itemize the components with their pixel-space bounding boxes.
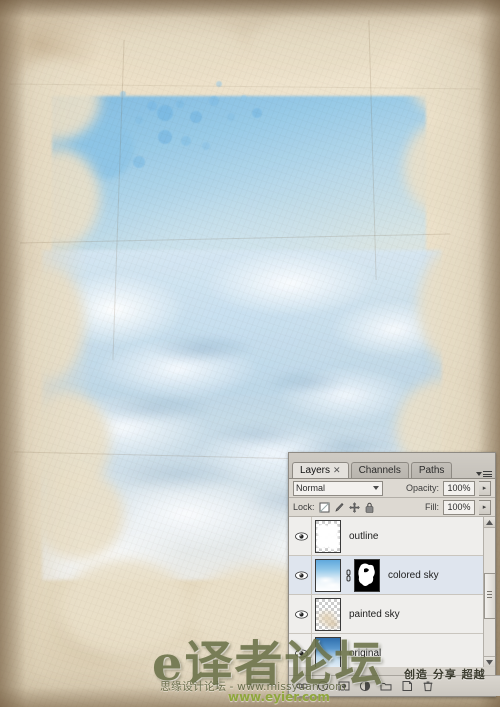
layer-list-scrollbar[interactable] (483, 517, 495, 667)
eye-icon (294, 571, 308, 579)
scroll-up-button[interactable] (484, 517, 495, 528)
opacity-label: Opacity: (405, 483, 439, 493)
visibility-toggle[interactable] (291, 556, 312, 594)
panel-menu-button[interactable] (476, 471, 492, 477)
layer-thumbnail[interactable] (315, 558, 341, 592)
forum-watermark-url: www.eyier.com (228, 690, 330, 704)
lock-image-pixels-brush-icon[interactable] (334, 502, 345, 513)
screenshot-canvas: — ✕ Layers ✕ Channels Paths Normal (0, 0, 500, 707)
visibility-toggle[interactable] (291, 517, 312, 555)
fill-input[interactable]: 100% (443, 499, 475, 515)
layer-row-outline[interactable]: outline (289, 517, 495, 556)
chevron-up-icon (486, 519, 493, 525)
tab-layers-label: Layers (300, 465, 331, 476)
opacity-input[interactable]: 100% (443, 480, 475, 496)
scrollbar-thumb[interactable] (484, 573, 495, 619)
scrollbar-grip-icon (487, 591, 492, 598)
lock-all-padlock-icon[interactable] (364, 502, 375, 513)
fill-label: Fill: (425, 502, 439, 512)
lock-button-group (319, 501, 375, 513)
eye-icon (294, 532, 308, 540)
layer-row-colored-sky[interactable]: colored sky (289, 556, 495, 595)
layer-name-painted-sky: painted sky (349, 608, 400, 620)
layer-thumbnail[interactable] (315, 597, 341, 631)
layer-name-colored-sky: colored sky (388, 569, 439, 581)
layer-thumbnail[interactable] (315, 519, 341, 553)
layer-row-painted-sky[interactable]: painted sky (289, 595, 495, 634)
hamburger-menu-icon (483, 471, 492, 477)
chevron-down-icon (486, 659, 493, 665)
lock-fill-row: Lock: Fill: 100% ▸ (289, 498, 495, 517)
fill-stepper[interactable]: ▸ (479, 499, 491, 515)
lock-transparent-pixels-icon[interactable] (319, 502, 330, 513)
visibility-toggle[interactable] (291, 595, 312, 633)
forum-watermark-slogan: 创造 分享 超越 (404, 668, 486, 681)
layer-name-outline: outline (349, 530, 379, 542)
tab-channels[interactable]: Channels (350, 462, 409, 478)
eye-icon (294, 610, 308, 618)
lock-label: Lock: (293, 502, 315, 512)
mask-link-icon[interactable] (345, 568, 352, 582)
chevron-down-icon (476, 472, 482, 476)
lock-position-move-icon[interactable] (348, 501, 360, 513)
blend-mode-value: Normal (296, 483, 326, 493)
layer-mask-thumbnail[interactable] (354, 558, 380, 592)
chevron-down-icon (373, 485, 379, 490)
tab-paths[interactable]: Paths (410, 462, 453, 478)
blend-mode-select[interactable]: Normal (293, 480, 383, 496)
opacity-stepper[interactable]: ▸ (479, 480, 491, 496)
tab-paths-label: Paths (418, 465, 445, 476)
panel-tab-bar: Layers ✕ Channels Paths (289, 453, 495, 479)
blend-opacity-row: Normal Opacity: 100% ▸ (289, 479, 495, 498)
tab-close-icon[interactable]: ✕ (333, 465, 341, 476)
tab-layers[interactable]: Layers ✕ (292, 462, 349, 478)
tab-channels-label: Channels (358, 465, 401, 476)
